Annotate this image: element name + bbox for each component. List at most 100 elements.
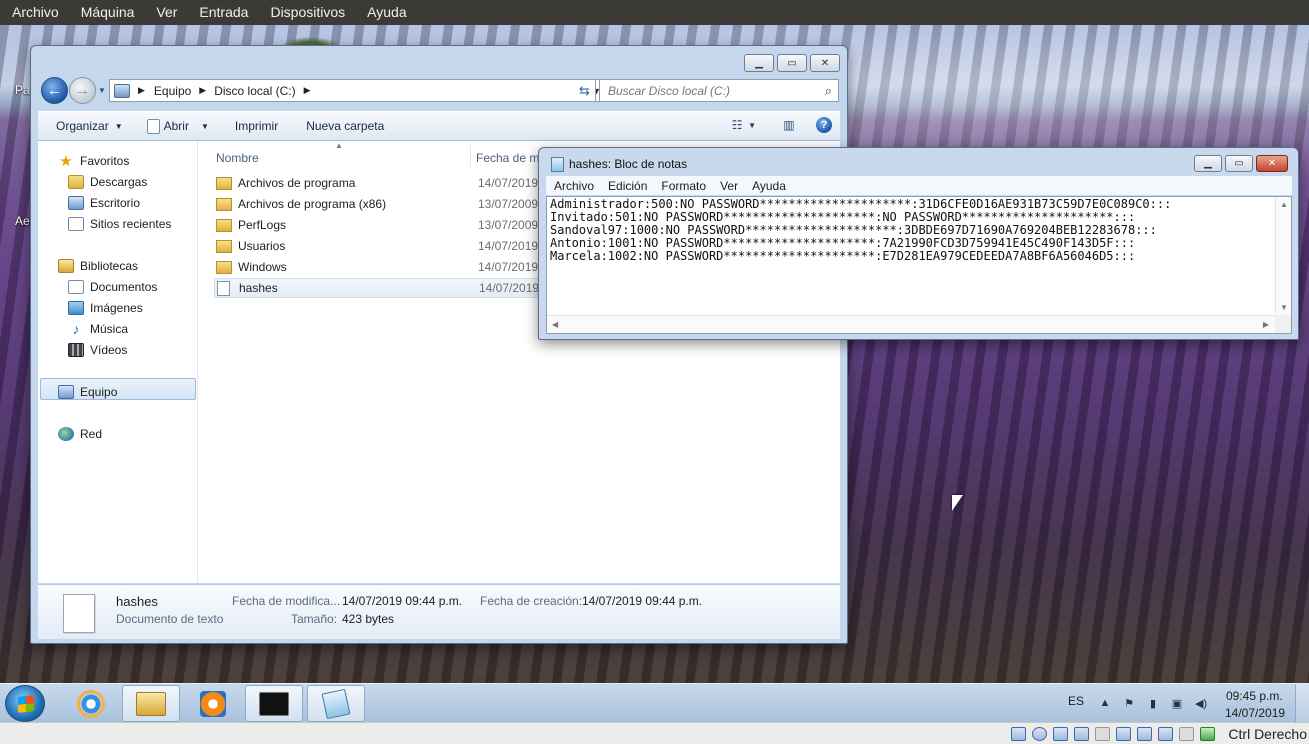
chevron-down-icon: ▼	[200, 121, 209, 131]
address-bar[interactable]: ▶ Equipo ▶ Disco local (C:) ▶ ▼	[109, 79, 606, 102]
vbox-menu-archivo[interactable]: Archivo	[0, 0, 67, 25]
refresh-button[interactable]: ⇆	[574, 79, 596, 102]
horizontal-scrollbar[interactable]: ◀ ▶	[547, 315, 1275, 333]
start-button[interactable]	[5, 685, 45, 722]
nav-network[interactable]: Red	[58, 425, 102, 443]
search-input[interactable]: Buscar Disco local (C:) ⌕	[599, 79, 839, 102]
scroll-down-icon[interactable]: ▼	[1280, 303, 1288, 312]
desktop-icon-label-partial[interactable]: Pa	[15, 83, 30, 97]
nav-desktop[interactable]: Escritorio	[68, 194, 140, 212]
change-view-icon[interactable]: ☷	[728, 117, 746, 133]
nav-recent-places[interactable]: Sitios recientes	[68, 215, 171, 233]
nav-documents[interactable]: Documentos	[68, 278, 157, 296]
help-icon[interactable]: ?	[816, 117, 832, 133]
notepad-menu-ayuda[interactable]: Ayuda	[752, 179, 786, 193]
column-header-name[interactable]: Nombre	[216, 151, 259, 165]
videos-icon	[68, 343, 84, 357]
nav-videos[interactable]: Vídeos	[68, 341, 127, 359]
notepad-menu-formato[interactable]: Formato	[661, 179, 706, 193]
taskbar-command-prompt[interactable]	[245, 685, 303, 722]
battery-icon[interactable]: ▮	[1146, 696, 1160, 710]
media-player-icon	[200, 690, 226, 717]
show-desktop-button[interactable]	[1295, 684, 1309, 723]
nav-libraries[interactable]: Bibliotecas	[58, 257, 138, 275]
organize-button[interactable]: Organizar ▼	[56, 119, 123, 133]
vbox-menu-entrada[interactable]: Entrada	[187, 0, 256, 25]
vbox-menu-dispositivos[interactable]: Dispositivos	[258, 0, 353, 25]
vertical-scrollbar[interactable]: ▲ ▼	[1275, 197, 1291, 315]
search-icon[interactable]: ⌕	[825, 83, 832, 99]
optical-drive-icon[interactable]	[1032, 727, 1047, 741]
maximize-button[interactable]: ▭	[1225, 155, 1253, 172]
audio-icon[interactable]	[1053, 727, 1068, 741]
clock-date[interactable]: 14/07/2019	[1225, 706, 1285, 720]
minimize-button[interactable]: ▁	[1194, 155, 1222, 172]
language-indicator[interactable]: ES	[1068, 694, 1084, 708]
maximize-button[interactable]: ▭	[777, 54, 807, 72]
action-center-flag-icon[interactable]: ⚑	[1122, 696, 1136, 710]
nav-images[interactable]: Imágenes	[68, 299, 143, 317]
print-button[interactable]: Imprimir	[235, 119, 278, 133]
taskbar-internet-explorer[interactable]	[62, 685, 120, 722]
nav-label: Música	[90, 322, 129, 336]
usb-icon[interactable]	[1095, 727, 1110, 741]
volume-icon[interactable]: ◀)	[1194, 696, 1208, 710]
breadcrumb-chevron-icon[interactable]: ▶	[138, 85, 145, 96]
nav-computer[interactable]: Equipo	[58, 383, 117, 401]
hard-disk-icon[interactable]	[1011, 727, 1026, 741]
recent-pages-dropdown[interactable]: ▼	[98, 86, 106, 95]
open-button[interactable]: Abrir ▼	[146, 118, 209, 134]
view-dropdown-icon[interactable]: ▼	[748, 121, 756, 130]
notepad-text-area[interactable]: Administrador:500:NO PASSWORD***********…	[546, 196, 1292, 334]
network-adapter-icon[interactable]	[1074, 727, 1089, 741]
chevron-down-icon: ▼	[114, 121, 123, 131]
scroll-right-icon[interactable]: ▶	[1263, 320, 1269, 329]
forward-button[interactable]: →	[69, 77, 96, 104]
notepad-menu-edicion[interactable]: Edición	[608, 179, 647, 193]
breadcrumb-equipo[interactable]: Equipo	[154, 84, 191, 98]
new-folder-button[interactable]: Nueva carpeta	[306, 119, 384, 133]
network-icon[interactable]: ▣	[1170, 696, 1184, 710]
mouse-integration-icon[interactable]	[1200, 727, 1215, 741]
column-divider[interactable]	[470, 145, 471, 167]
shared-folders-icon[interactable]	[1116, 727, 1131, 741]
vbox-menu-ver[interactable]: Ver	[144, 0, 185, 25]
show-hidden-icons-icon[interactable]: ▲	[1098, 696, 1112, 710]
notepad-menu-ver[interactable]: Ver	[720, 179, 738, 193]
libraries-icon	[58, 259, 74, 273]
preview-pane-icon[interactable]: ▥	[780, 117, 798, 133]
text-line: Marcela:1002:NO PASSWORD****************…	[550, 249, 1136, 263]
clock-time[interactable]: 09:45 p.m.	[1226, 689, 1283, 703]
images-icon	[68, 301, 84, 315]
breadcrumb-chevron-icon[interactable]: ▶	[199, 85, 206, 96]
taskbar-explorer[interactable]	[122, 685, 180, 722]
taskbar-notepad[interactable]	[307, 685, 365, 722]
scroll-left-icon[interactable]: ◀	[552, 320, 558, 329]
vbox-menu-ayuda[interactable]: Ayuda	[355, 0, 414, 25]
vbox-menu-maquina[interactable]: Máquina	[69, 0, 143, 25]
notepad-menu-archivo[interactable]: Archivo	[554, 179, 594, 193]
close-button[interactable]: ✕	[1256, 155, 1288, 172]
windows-logo-icon	[18, 695, 34, 713]
details-file-name: hashes	[116, 594, 158, 609]
breadcrumb-chevron-icon[interactable]: ▶	[304, 85, 311, 96]
video-capture-icon[interactable]	[1158, 727, 1173, 741]
nav-label: Sitios recientes	[90, 217, 172, 231]
column-header-date[interactable]: Fecha de m	[476, 151, 539, 165]
nav-downloads[interactable]: Descargas	[68, 173, 147, 191]
vbox-statusbar: Ctrl Derecho	[0, 722, 1309, 744]
back-button[interactable]: ←	[41, 77, 68, 104]
nav-favorites[interactable]: ★ Favoritos	[58, 152, 129, 170]
display-icon[interactable]	[1137, 727, 1152, 741]
breadcrumb-disco-local[interactable]: Disco local (C:)	[214, 84, 295, 98]
scroll-up-icon[interactable]: ▲	[1280, 200, 1288, 209]
network-icon	[58, 427, 74, 441]
navigation-pane: ★ Favoritos Descargas Escritorio Sitios r…	[38, 141, 198, 583]
minimize-button[interactable]: ▁	[744, 54, 774, 72]
close-button[interactable]: ✕	[810, 54, 840, 72]
taskbar-media-player[interactable]	[184, 685, 242, 722]
desktop-icon	[68, 196, 84, 210]
recent-places-icon	[68, 217, 84, 231]
nav-music[interactable]: ♪ Música	[68, 320, 129, 338]
cpu-icon[interactable]	[1179, 727, 1194, 741]
